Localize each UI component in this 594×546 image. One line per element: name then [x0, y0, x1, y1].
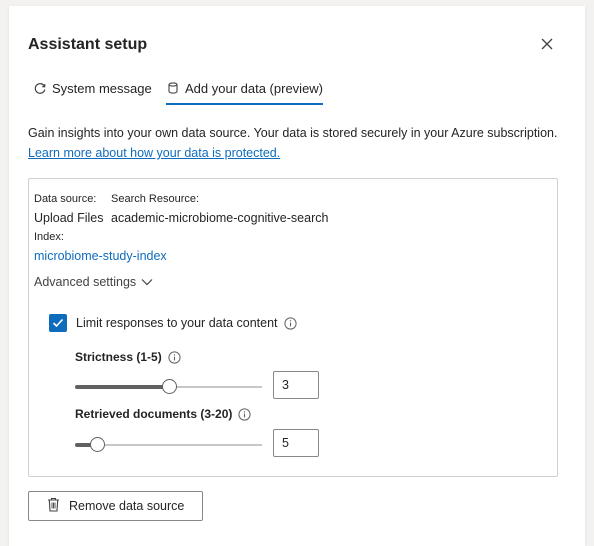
retrieved-documents-slider-thumb[interactable] — [90, 437, 105, 452]
learn-more-link[interactable]: Learn more about how your data is protec… — [28, 146, 280, 160]
index-label: Index: — [34, 231, 64, 243]
panel-title: Assistant setup — [28, 36, 148, 53]
limit-responses-label: Limit responses to your data content — [76, 316, 278, 330]
index-value-link[interactable]: microbiome-study-index — [34, 249, 167, 263]
data-source-box: Data source: Search Resource: Upload Fil… — [28, 178, 558, 477]
retrieved-documents-input[interactable] — [273, 429, 319, 457]
remove-data-source-button[interactable]: Remove data source — [28, 491, 203, 521]
tab-add-your-data[interactable]: Add your data (preview) — [166, 72, 324, 105]
tab-label: Add your data (preview) — [185, 80, 324, 96]
limit-responses-label-row: Limit responses to your data content — [76, 316, 297, 330]
info-icon[interactable] — [283, 316, 297, 330]
search-resource-label: Search Resource: — [111, 193, 200, 205]
retrieved-documents-slider[interactable] — [75, 437, 262, 452]
strictness-slider-fill — [75, 385, 169, 389]
assistant-setup-panel: Assistant setup System message Add your … — [9, 6, 585, 546]
advanced-settings-toggle[interactable]: Advanced settings — [34, 275, 153, 289]
limit-responses-checkbox[interactable] — [49, 314, 67, 332]
search-resource-value: academic-microbiome-cognitive-search — [111, 211, 329, 225]
chevron-down-icon — [136, 275, 153, 289]
intro-text-block: Gain insights into your own data source.… — [28, 123, 568, 163]
close-icon[interactable] — [539, 36, 555, 52]
refresh-icon — [33, 81, 47, 95]
tab-system-message[interactable]: System message — [33, 72, 152, 104]
info-icon[interactable] — [168, 350, 181, 364]
strictness-slider[interactable] — [75, 379, 262, 394]
database-icon — [166, 81, 180, 95]
data-source-label: Data source: — [34, 193, 97, 205]
retrieved-documents-label: Retrieved documents (3-20) — [75, 407, 233, 421]
strictness-input[interactable] — [273, 371, 319, 399]
retrieved-documents-label-row: Retrieved documents (3-20) — [75, 407, 251, 421]
tab-label: System message — [52, 80, 152, 96]
strictness-label: Strictness (1-5) — [75, 350, 162, 364]
strictness-slider-thumb[interactable] — [162, 379, 177, 394]
trash-icon — [47, 497, 69, 515]
strictness-label-row: Strictness (1-5) — [75, 350, 181, 364]
data-source-value: Upload Files — [34, 211, 104, 225]
info-icon[interactable] — [238, 407, 251, 421]
checkmark-icon — [52, 318, 64, 328]
remove-data-source-label: Remove data source — [69, 499, 185, 513]
advanced-settings-label: Advanced settings — [34, 275, 137, 289]
intro-text: Gain insights into your own data source.… — [28, 126, 558, 140]
